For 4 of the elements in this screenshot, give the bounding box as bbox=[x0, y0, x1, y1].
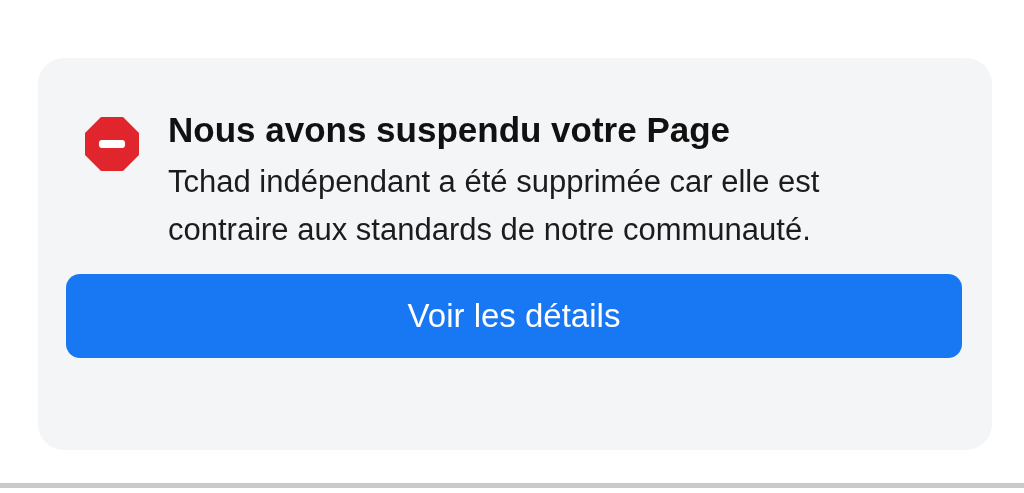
notice-message: Tchad indépendant a été supprimée car elle est contraire aux standards de notre communauté. bbox=[168, 163, 821, 249]
notice-title: Nous avons suspendu votre Page bbox=[168, 109, 732, 151]
blocked-icon bbox=[84, 116, 140, 172]
details-button[interactable]: Voir les détails bbox=[66, 274, 962, 358]
